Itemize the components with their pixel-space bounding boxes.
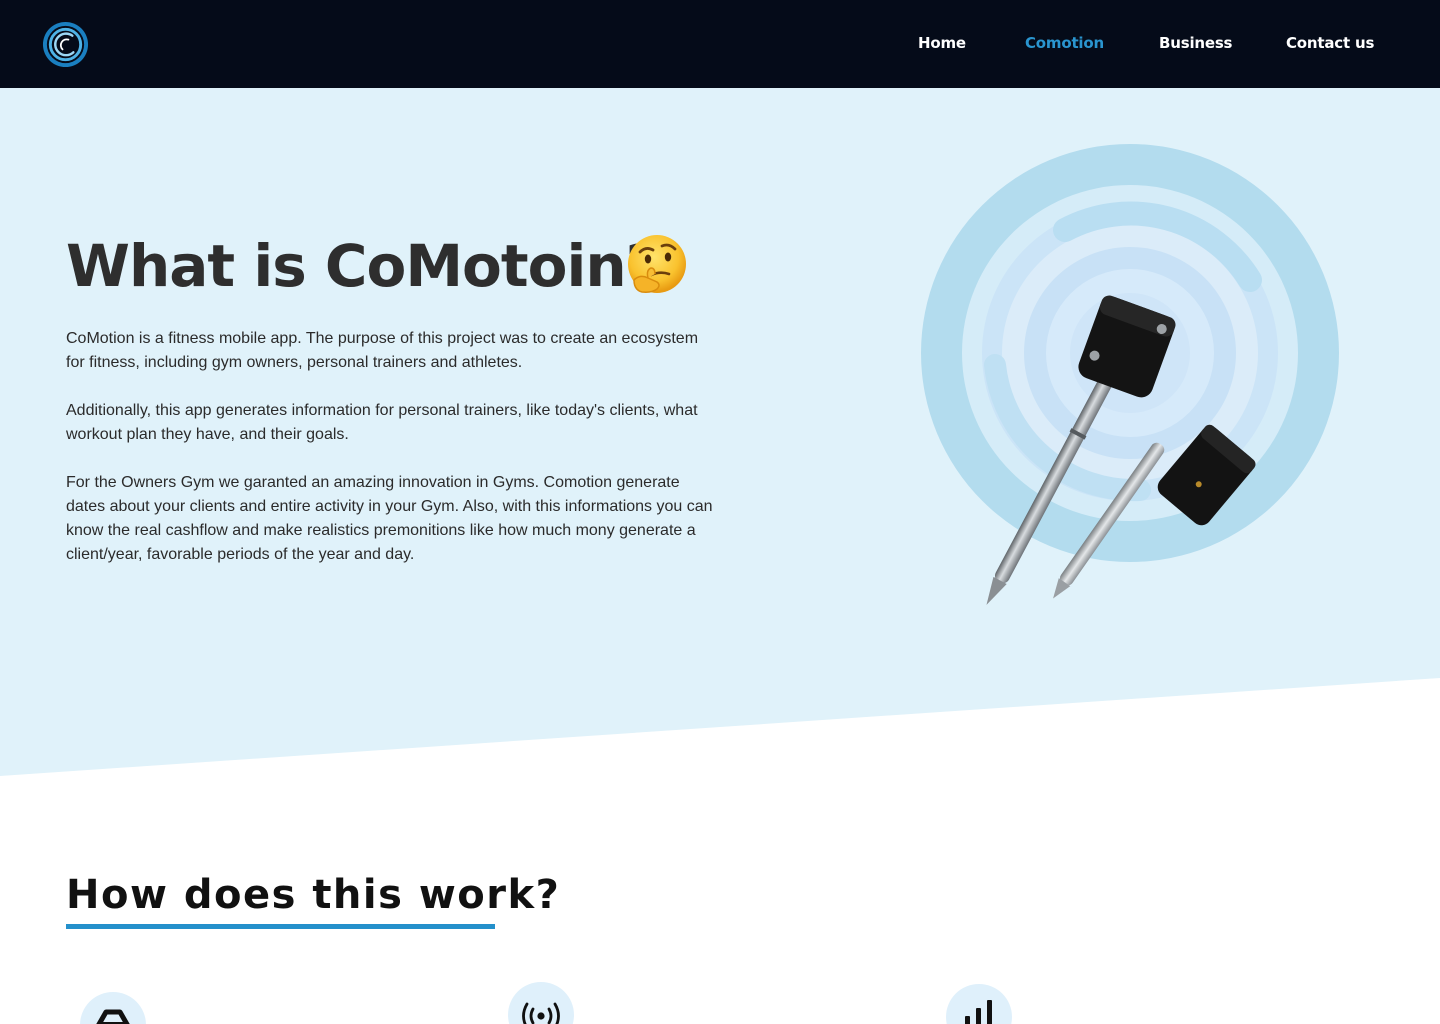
how-it-works-title: How does this work? (66, 872, 561, 918)
title-underline (66, 924, 495, 929)
nav-link-home[interactable]: Home (918, 34, 966, 52)
comotion-sensor-devices-image (921, 144, 1339, 605)
nav-link-comotion[interactable]: Comotion (1025, 34, 1104, 52)
main-navigation: Home Comotion Business Contact us (0, 34, 1440, 56)
hero-title: What is CoMotoin? (66, 232, 659, 300)
step-icon-wireless-signal (508, 982, 574, 1024)
step-icon-weight-plate (80, 992, 146, 1024)
nav-link-business[interactable]: Business (1159, 34, 1232, 52)
bar-chart-icon (965, 1000, 992, 1024)
wireless-signal-icon (522, 1002, 560, 1024)
top-navbar: Home Comotion Business Contact us (0, 0, 1440, 88)
hero-paragraph-owners: For the Owners Gym we garanted an amazin… (66, 474, 713, 563)
hero-paragraph-trainers: Additionally, this app generates informa… (66, 402, 698, 443)
step-icon-bar-chart (946, 984, 1012, 1024)
thinking-face-icon (628, 235, 686, 293)
nav-link-contact-us[interactable]: Contact us (1286, 34, 1374, 52)
hero-paragraph-intro: CoMotion is a fitness mobile app. The pu… (66, 330, 699, 371)
weight-plate-icon (96, 1009, 130, 1024)
